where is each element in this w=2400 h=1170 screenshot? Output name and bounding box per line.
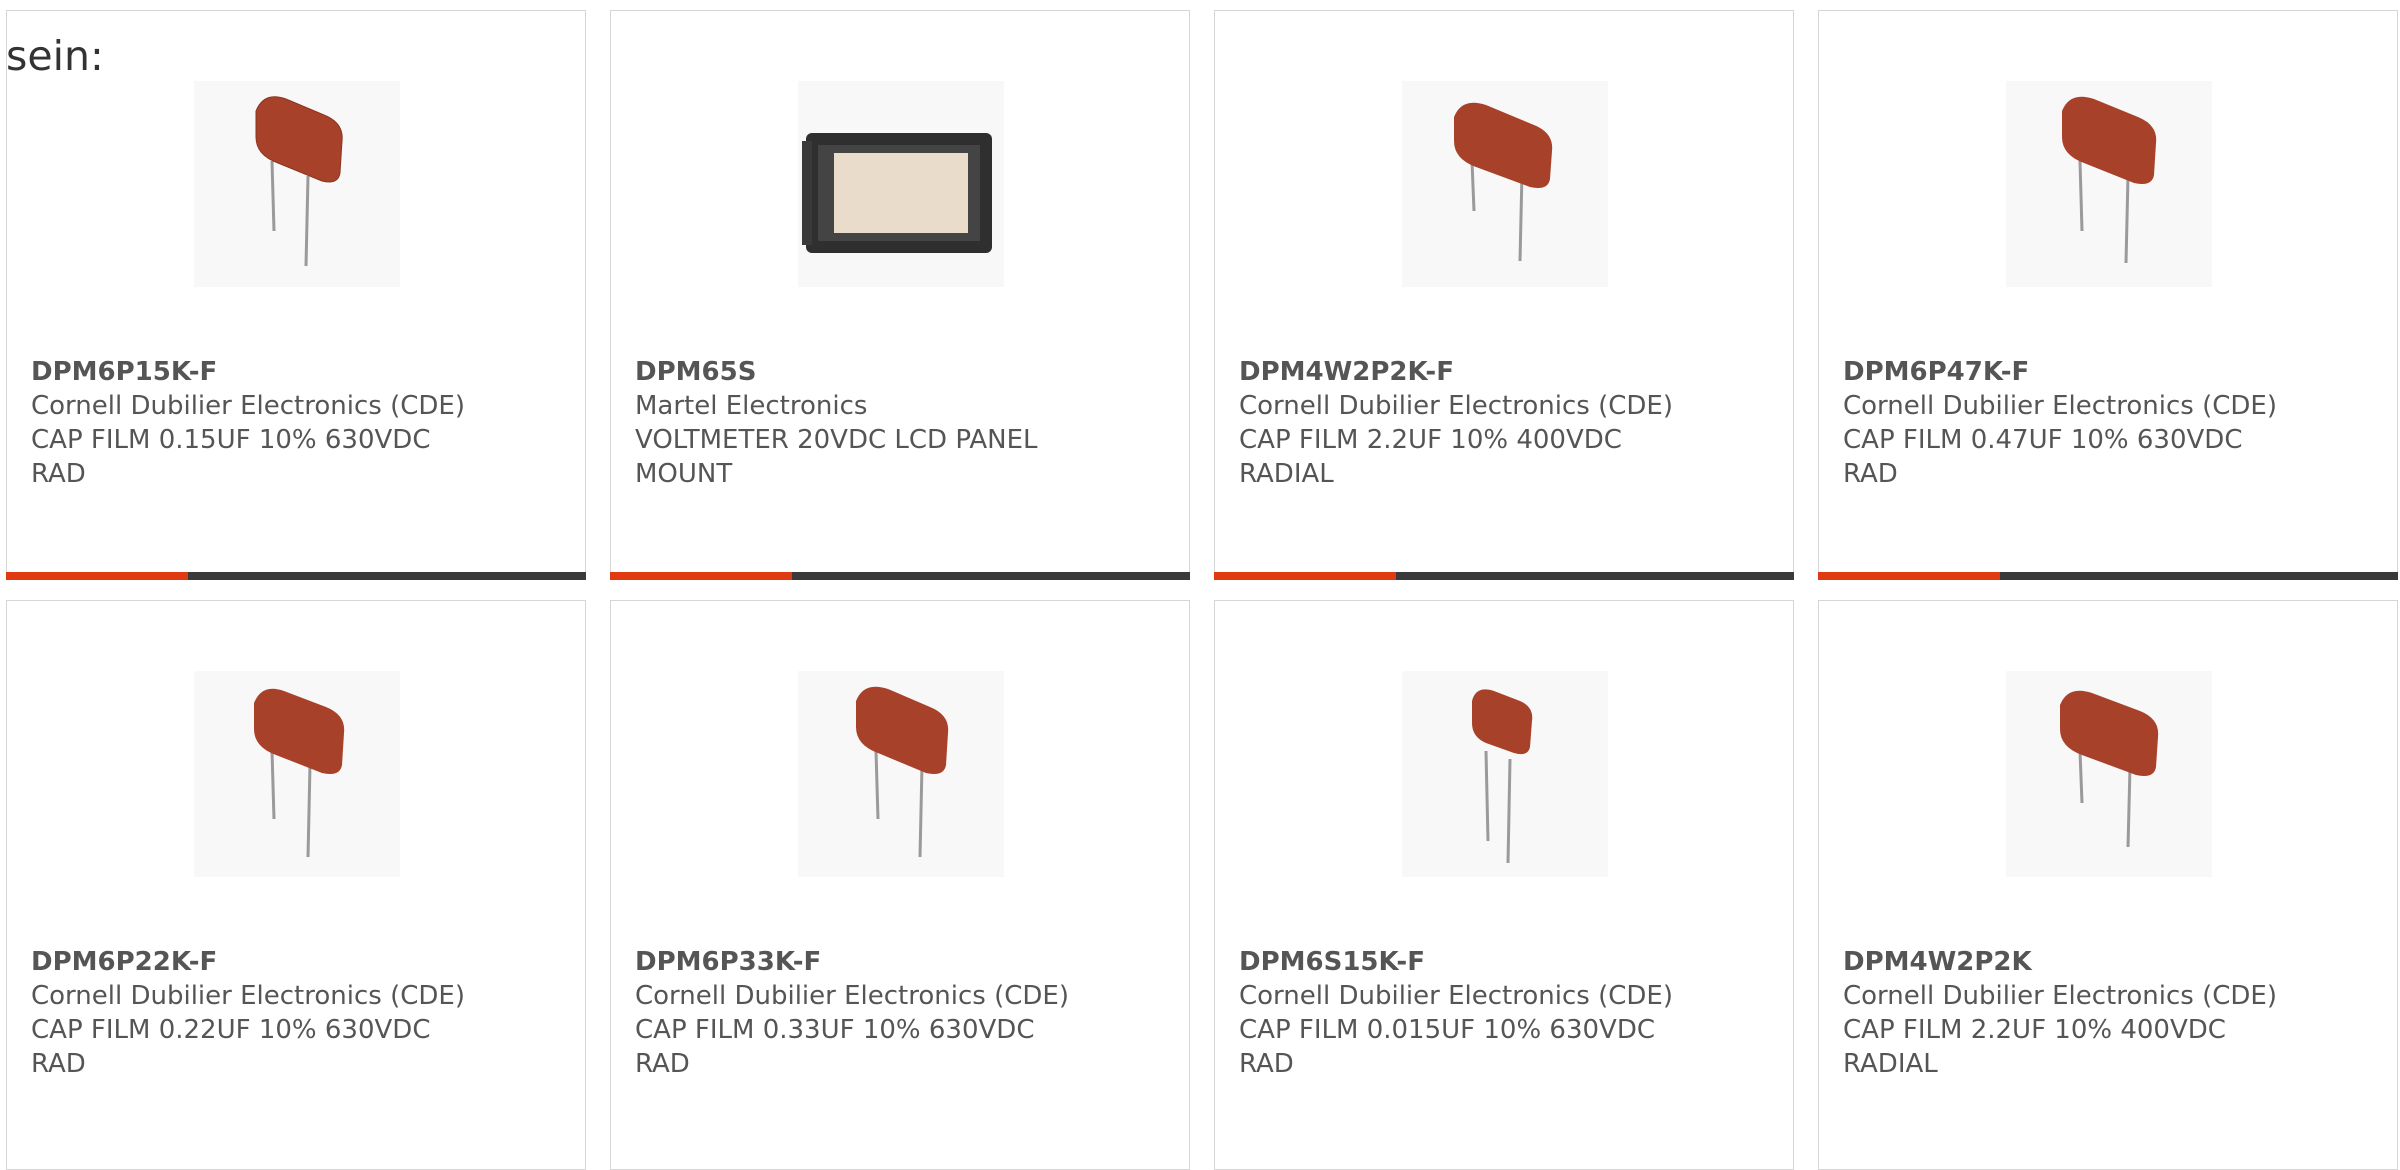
card-progress-bar <box>1818 572 2398 580</box>
product-card[interactable]: DPM4W2P2K Cornell Dubilier Electronics (… <box>1818 600 2398 1170</box>
product-card[interactable]: DPM6P33K-F Cornell Dubilier Electronics … <box>610 600 1190 1170</box>
card-progress-bar <box>610 572 1190 580</box>
card-progress-accent <box>6 572 188 580</box>
description: RAD <box>1239 1049 1294 1079</box>
description: CAP FILM 2.2UF 10% 400VDC <box>1239 425 1622 455</box>
film-capacitor-icon[interactable] <box>1402 671 1608 877</box>
manufacturer: Martel Electronics <box>635 391 868 421</box>
panel-meter-icon[interactable] <box>798 81 1004 287</box>
product-info: DPM4W2P2K-F Cornell Dubilier Electronics… <box>1239 355 1759 491</box>
film-capacitor-icon[interactable] <box>194 81 400 287</box>
card-progress-accent <box>1214 572 1396 580</box>
film-capacitor-icon[interactable] <box>194 671 400 877</box>
card-progress-bar <box>6 572 586 580</box>
product-info: DPM6P22K-F Cornell Dubilier Electronics … <box>31 945 551 1081</box>
product-info: DPM6S15K-F Cornell Dubilier Electronics … <box>1239 945 1759 1081</box>
part-number[interactable]: DPM6P33K-F <box>635 945 1155 979</box>
card-progress-bar <box>1214 572 1794 580</box>
part-number[interactable]: DPM4W2P2K-F <box>1239 355 1759 389</box>
description: CAP FILM 2.2UF 10% 400VDC <box>1843 1015 2226 1045</box>
part-number[interactable]: DPM4W2P2K <box>1843 945 2363 979</box>
product-info: DPM6P15K-F Cornell Dubilier Electronics … <box>31 355 551 491</box>
description: RAD <box>31 459 86 489</box>
product-card[interactable]: DPM65S Martel Electronics VOLTMETER 20VD… <box>610 10 1190 580</box>
product-info: DPM65S Martel Electronics VOLTMETER 20VD… <box>635 355 1155 491</box>
film-capacitor-icon[interactable] <box>1402 81 1608 287</box>
manufacturer: Cornell Dubilier Electronics (CDE) <box>31 981 465 1011</box>
product-grid: DPM6P15K-F Cornell Dubilier Electronics … <box>6 10 2398 1170</box>
description: RAD <box>31 1049 86 1079</box>
card-progress-accent <box>1818 572 2000 580</box>
product-card[interactable]: DPM6P15K-F Cornell Dubilier Electronics … <box>6 10 586 580</box>
description: CAP FILM 0.33UF 10% 630VDC <box>635 1015 1035 1045</box>
part-number[interactable]: DPM6P15K-F <box>31 355 551 389</box>
description: CAP FILM 0.47UF 10% 630VDC <box>1843 425 2243 455</box>
intro-text: sein: <box>6 32 104 80</box>
description: CAP FILM 0.22UF 10% 630VDC <box>31 1015 431 1045</box>
description: RADIAL <box>1843 1049 1938 1079</box>
manufacturer: Cornell Dubilier Electronics (CDE) <box>635 981 1069 1011</box>
manufacturer: Cornell Dubilier Electronics (CDE) <box>1843 391 2277 421</box>
description: RADIAL <box>1239 459 1334 489</box>
part-number[interactable]: DPM6S15K-F <box>1239 945 1759 979</box>
manufacturer: Cornell Dubilier Electronics (CDE) <box>1239 981 1673 1011</box>
description: CAP FILM 0.15UF 10% 630VDC <box>31 425 431 455</box>
product-card[interactable]: DPM6P47K-F Cornell Dubilier Electronics … <box>1818 10 2398 580</box>
manufacturer: Cornell Dubilier Electronics (CDE) <box>31 391 465 421</box>
description: RAD <box>1843 459 1898 489</box>
description: VOLTMETER 20VDC LCD PANEL <box>635 425 1038 455</box>
film-capacitor-icon[interactable] <box>2006 671 2212 877</box>
part-number[interactable]: DPM6P22K-F <box>31 945 551 979</box>
part-number[interactable]: DPM65S <box>635 355 1155 389</box>
product-info: DPM6P33K-F Cornell Dubilier Electronics … <box>635 945 1155 1081</box>
manufacturer: Cornell Dubilier Electronics (CDE) <box>1843 981 2277 1011</box>
film-capacitor-icon[interactable] <box>798 671 1004 877</box>
description: MOUNT <box>635 459 733 489</box>
part-number[interactable]: DPM6P47K-F <box>1843 355 2363 389</box>
card-progress-accent <box>610 572 792 580</box>
manufacturer: Cornell Dubilier Electronics (CDE) <box>1239 391 1673 421</box>
product-info: DPM4W2P2K Cornell Dubilier Electronics (… <box>1843 945 2363 1081</box>
product-card[interactable]: DPM6P22K-F Cornell Dubilier Electronics … <box>6 600 586 1170</box>
product-card[interactable]: DPM4W2P2K-F Cornell Dubilier Electronics… <box>1214 10 1794 580</box>
description: CAP FILM 0.015UF 10% 630VDC <box>1239 1015 1656 1045</box>
product-info: DPM6P47K-F Cornell Dubilier Electronics … <box>1843 355 2363 491</box>
description: RAD <box>635 1049 690 1079</box>
product-card[interactable]: DPM6S15K-F Cornell Dubilier Electronics … <box>1214 600 1794 1170</box>
film-capacitor-icon[interactable] <box>2006 81 2212 287</box>
